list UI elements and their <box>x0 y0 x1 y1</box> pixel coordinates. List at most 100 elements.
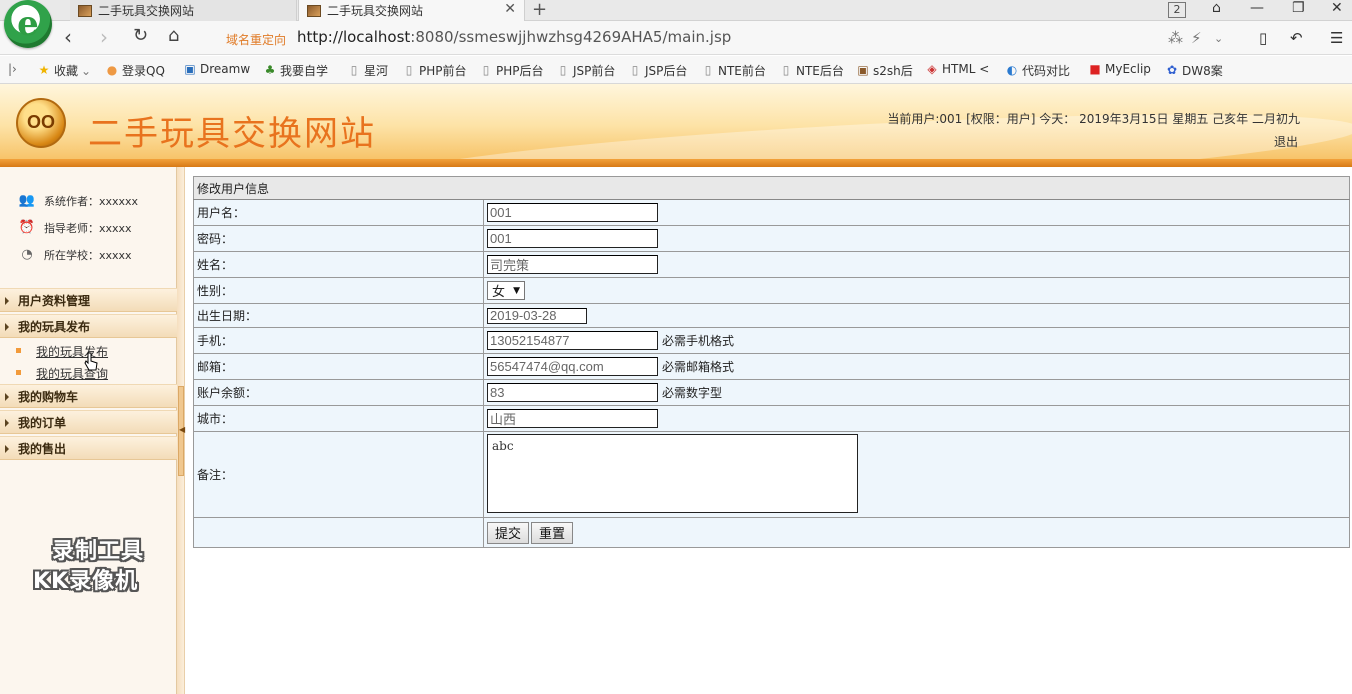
birth-date-field[interactable] <box>487 307 587 324</box>
logout-link[interactable]: 退出 <box>1274 133 1298 150</box>
page-icon: ▯ <box>559 63 567 77</box>
page-icon: ▯ <box>405 63 413 77</box>
menu-icon[interactable]: ☰ <box>1330 29 1343 47</box>
bookmark-item[interactable]: ▣ Dreamw <box>184 62 250 76</box>
phone-field[interactable] <box>487 331 658 350</box>
browser-tab-1[interactable]: 二手玩具交换网站 <box>70 0 297 21</box>
back-icon[interactable]: ‹ <box>64 25 72 49</box>
clock-icon: ◔ <box>21 247 33 262</box>
menu-my-sales[interactable]: 我的售出 <box>0 436 177 460</box>
site-header: OO 二手玩具交换网站 当前用户:001 [权限：用户] 今天： 2019年3月… <box>0 84 1352 159</box>
bookmark-item[interactable]: ▯ JSP后台 <box>629 62 688 79</box>
bookmark-item[interactable]: ◈ HTML < <box>926 62 989 76</box>
bookmark-item[interactable]: ✿ DW8案 <box>1166 62 1223 79</box>
skin-icon[interactable]: ⌂ <box>1212 0 1221 16</box>
gender-select[interactable]: 女 ▼ <box>487 281 525 300</box>
lightning-icon[interactable]: ⚡ <box>1191 29 1202 47</box>
redirect-label[interactable]: 域名重定向 <box>226 31 286 48</box>
notes-textarea[interactable]: abc <box>487 433 858 513</box>
bookmark-item[interactable]: ♣ 我要自学 <box>264 62 328 79</box>
sidebar-toggle-icon[interactable]: |› <box>8 62 17 76</box>
close-tab-icon[interactable]: ✕ <box>504 1 516 17</box>
page-icon: ▯ <box>631 63 639 77</box>
page-icon: ▯ <box>782 63 790 77</box>
forward-icon[interactable]: › <box>100 25 108 49</box>
author-info: 👥 系统作者：xxxxxx <box>18 193 139 208</box>
username-label: 用户名： <box>193 199 484 226</box>
balance-field[interactable] <box>487 383 658 402</box>
bookmark-item[interactable]: ▯ 星河 <box>348 62 388 79</box>
site-title: 二手玩具交换网站 <box>88 114 376 154</box>
users-icon: 👥 <box>18 193 36 208</box>
bookmark-item[interactable]: ▯ NTE后台 <box>780 62 844 79</box>
compare-icon: ◐ <box>1006 63 1018 77</box>
actions-spacer <box>193 517 484 548</box>
page-icon: ▯ <box>482 63 490 77</box>
leaf-icon: ♣ <box>264 63 276 77</box>
username-field[interactable] <box>487 203 658 222</box>
new-tab-icon[interactable]: + <box>532 0 547 20</box>
bookmark-item[interactable]: ◐ 代码对比 <box>1006 62 1070 79</box>
current-user-info: 当前用户:001 [权限：用户] 今天： 2019年3月15日 星期五 己亥年 … <box>887 112 1300 126</box>
home-icon[interactable]: ⌂ <box>168 25 179 46</box>
bookmark-item[interactable]: ★ 收藏 ⌄ <box>38 62 91 79</box>
site-logo-icon: OO <box>16 98 66 148</box>
form-title: 修改用户信息 <box>193 176 1350 200</box>
edit-user-form: 修改用户信息 用户名： 密码： 姓名： 性别： 女▼ 出生日期： 手机： 必需手… <box>193 176 1350 548</box>
address-bar[interactable]: http://localhost:8080/ssmeswjjhwzhsg4269… <box>297 28 731 46</box>
bookmark-item[interactable]: ▯ PHP后台 <box>480 62 544 79</box>
teacher-info: ⏰ 指导老师：xxxxx <box>18 220 132 235</box>
tab-counter[interactable]: 2 <box>1168 2 1186 18</box>
restore-icon[interactable]: ❐ <box>1292 0 1305 16</box>
bookmark-item[interactable]: ▣ s2sh后 <box>857 62 912 79</box>
bookmark-item[interactable]: ▯ NTE前台 <box>702 62 766 79</box>
browser-logo-icon[interactable]: e <box>4 0 52 48</box>
globe-icon: ● <box>106 63 118 77</box>
password-field[interactable] <box>487 229 658 248</box>
bookmark-item[interactable]: ● 登录QQ <box>106 62 165 79</box>
browser-tab-bar: e 二手玩具交换网站 二手玩具交换网站 ✕ + 2 ⌂ — ❐ ✕ <box>0 0 1352 48</box>
city-field[interactable] <box>487 409 658 428</box>
page-icon: ▯ <box>350 63 358 77</box>
tab-title: 二手玩具交换网站 <box>98 4 195 18</box>
grid-icon[interactable]: ⁂ <box>1168 29 1183 47</box>
balance-hint: 必需数字型 <box>662 386 723 400</box>
reload-icon[interactable]: ↻ <box>133 25 148 46</box>
recorder-watermark-line2: KK录像机 <box>33 569 139 594</box>
sidebar: 👥 系统作者：xxxxxx ⏰ 指导老师：xxxxx ◔ 所在学校：xxxxx 用户资… <box>0 167 177 694</box>
browser-tab-2[interactable]: 二手玩具交换网站 ✕ <box>298 0 525 21</box>
menu-my-toys[interactable]: 我的玩具发布 <box>0 314 177 338</box>
reset-button[interactable]: 重置 <box>531 521 574 544</box>
reading-mode-icon[interactable]: ▯ <box>1259 29 1267 47</box>
email-field[interactable] <box>487 357 658 376</box>
browser-nav-bar: ‹ › ↻ ⌂ 域名重定向 http://localhost:8080/ssme… <box>0 21 1352 55</box>
school-info: ◔ 所在学校：xxxxx <box>18 247 131 263</box>
html-icon: ◈ <box>927 61 937 76</box>
menu-my-cart[interactable]: 我的购物车 <box>0 384 177 408</box>
chevron-down-icon[interactable]: ⌄ <box>1214 32 1223 45</box>
page-icon: ▣ <box>184 61 196 76</box>
name-label: 姓名： <box>193 251 484 278</box>
dropdown-arrow-icon: ▼ <box>513 285 520 296</box>
phone-hint: 必需手机格式 <box>662 334 735 348</box>
name-field[interactable] <box>487 255 658 274</box>
menu-user-profile[interactable]: 用户资料管理 <box>0 288 177 312</box>
submit-button[interactable]: 提交 <box>487 521 530 544</box>
birth-label: 出生日期： <box>193 303 484 328</box>
close-window-icon[interactable]: ✕ <box>1331 0 1343 16</box>
city-label: 城市： <box>193 405 484 432</box>
bookmark-item[interactable]: ▯ JSP前台 <box>557 62 616 79</box>
alarm-clock-icon: ⏰ <box>18 220 36 235</box>
bookmark-item[interactable]: ▯ PHP前台 <box>403 62 467 79</box>
header-divider <box>0 159 1352 167</box>
undo-icon[interactable]: ↶ <box>1290 29 1303 47</box>
bookmark-item[interactable]: ■ MyEclip <box>1089 62 1151 76</box>
site-favicon-icon <box>78 4 92 17</box>
paw-icon: ✿ <box>1166 63 1178 77</box>
menu-my-orders[interactable]: 我的订单 <box>0 410 177 434</box>
minimize-icon[interactable]: — <box>1250 0 1264 16</box>
tab-title: 二手玩具交换网站 <box>327 4 424 18</box>
recorder-watermark-line1: 录制工具 <box>52 539 145 564</box>
notes-label: 备注： <box>193 431 484 518</box>
sidebar-collapse-handle[interactable]: ◀ <box>178 386 185 476</box>
